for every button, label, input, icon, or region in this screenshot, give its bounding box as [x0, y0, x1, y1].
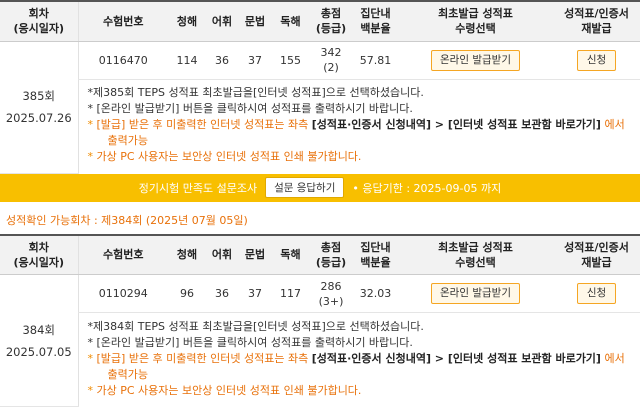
grade-value: (2) — [323, 61, 339, 74]
reissue-cell: 신청 — [553, 41, 640, 80]
header-vocab: 어휘 — [206, 233, 238, 275]
header-exam-no: 수험번호 — [77, 0, 168, 42]
vocab-score: 36 — [206, 41, 238, 80]
reissue-button[interactable]: 신청 — [576, 283, 617, 304]
issue-cell: 온라인 발급받기 — [398, 41, 553, 80]
exam-date: 2025.07.26 — [5, 111, 72, 125]
notes-cell: *제384회 TEPS 성적표 최초발급을[인터넷 성적표]으로 선택하셨습니다… — [77, 312, 640, 407]
score-table: 회차 (응시일자) 수험번호 청해 어휘 문법 독해 총점 (등급) 집단내 백… — [0, 233, 640, 407]
header-reading: 독해 — [272, 233, 309, 275]
header-grammar: 문법 — [238, 0, 272, 42]
exam-no-value: 0110294 — [77, 274, 168, 313]
online-issue-button[interactable]: 온라인 발급받기 — [431, 283, 520, 304]
grammar-score: 37 — [238, 274, 272, 313]
grade-value: (3+) — [318, 294, 344, 308]
header-grammar: 문법 — [238, 233, 272, 275]
note-1: *제384회 TEPS 성적표 최초발급을[인터넷 성적표]으로 선택하셨습니다… — [87, 319, 424, 333]
header-issue-type: 최초발급 성적표 수령선택 — [398, 0, 553, 42]
grammar-score: 37 — [238, 41, 272, 80]
survey-text: 정기시험 만족도 설문조사 — [138, 181, 258, 195]
total-score: 286 (3+) — [309, 274, 353, 313]
header-vocab: 어휘 — [206, 0, 238, 42]
header-total: 총점 (등급) — [309, 233, 353, 275]
available-round-label: 성적확인 가능회차 : 제384회 (2025년 07월 05일) — [6, 213, 248, 227]
round-cell: 385회 2025.07.26 — [0, 41, 78, 174]
exam-no-value: 0116470 — [77, 41, 168, 80]
round-number: 385회 — [22, 89, 56, 103]
round-number: 384회 — [22, 322, 56, 337]
note-3: * [발급] 받은 후 미출력한 인터넷 성적표는 좌측 [성적표·인증서 신청… — [87, 351, 625, 381]
note-2: * [온라인 발급받기] 버튼을 클릭하시여 성적표를 출력하시기 바랍니다. — [87, 335, 413, 349]
percentile-value: 32.03 — [353, 274, 398, 313]
reissue-button[interactable]: 신청 — [576, 49, 617, 71]
survey-respond-button[interactable]: 설문 응답하기 — [265, 177, 345, 198]
header-reissue: 성적표/인증서 재발급 — [553, 233, 640, 275]
note-1: *제385회 TEPS 성적표 최초발급을[인터넷 성적표]으로 선택하셨습니다… — [87, 86, 424, 100]
header-reissue: 성적표/인증서 재발급 — [553, 0, 640, 42]
score-table: 회차 (응시일자) 수험번호 청해 어휘 문법 독해 총점 (등급) 집단내 백… — [0, 0, 640, 174]
vocab-score: 36 — [206, 274, 238, 313]
header-listening: 청해 — [168, 233, 206, 275]
note-3: * [발급] 받은 후 미출력한 인터넷 성적표는 좌측 [성적표·인증서 신청… — [87, 118, 625, 148]
issue-cell: 온라인 발급받기 — [398, 274, 553, 313]
listening-score: 114 — [168, 41, 206, 80]
header-listening: 청해 — [168, 0, 206, 42]
header-total: 총점 (등급) — [309, 0, 353, 42]
header-round: 회차 (응시일자) — [0, 233, 78, 275]
header-percentile: 집단내 백분율 — [353, 0, 398, 42]
exam-date: 2025.07.05 — [5, 344, 72, 359]
survey-banner: 정기시험 만족도 설문조사 설문 응답하기 • 응답기한 : 2025-09-0… — [0, 173, 640, 202]
notes-list: *제385회 TEPS 성적표 최초발급을[인터넷 성적표]으로 선택하셨습니다… — [80, 81, 640, 171]
notes-list: *제384회 TEPS 성적표 최초발급을[인터넷 성적표]으로 선택하셨습니다… — [80, 315, 640, 405]
header-percentile: 집단내 백분율 — [353, 233, 398, 275]
total-value: 342 — [320, 46, 342, 59]
header-exam-no: 수험번호 — [77, 233, 168, 275]
reading-score: 155 — [272, 41, 309, 80]
total-score: 342 (2) — [309, 41, 353, 80]
round-cell: 384회 2025.07.05 — [0, 274, 78, 407]
survey-deadline: • 응답기한 : 2025-09-05 까지 — [352, 181, 502, 195]
table-row: 384회 2025.07.05 0110294 96 36 37 117 286… — [0, 274, 640, 407]
header-round: 회차 (응시일자) — [0, 0, 78, 42]
note-4: * 가상 PC 사용자는 보안상 인터넷 성적표 인쇄 불가합니다. — [87, 150, 362, 164]
percentile-value: 57.81 — [353, 41, 398, 80]
total-value: 286 — [320, 279, 342, 293]
score-block-385: 회차 (응시일자) 수험번호 청해 어휘 문법 독해 총점 (등급) 집단내 백… — [0, 0, 640, 202]
online-issue-button[interactable]: 온라인 발급받기 — [431, 49, 520, 71]
header-issue-type: 최초발급 성적표 수령선택 — [398, 233, 553, 275]
reading-score: 117 — [272, 274, 309, 313]
header-reading: 독해 — [272, 0, 309, 42]
notes-cell: *제385회 TEPS 성적표 최초발급을[인터넷 성적표]으로 선택하셨습니다… — [77, 79, 640, 173]
listening-score: 96 — [168, 274, 206, 313]
note-2: * [온라인 발급받기] 버튼을 클릭하시여 성적표를 출력하시기 바랍니다. — [87, 102, 413, 116]
note-4: * 가상 PC 사용자는 보안상 인터넷 성적표 인쇄 불가합니다. — [87, 383, 362, 397]
table-row: 385회 2025.07.26 0116470 114 36 37 155 34… — [0, 41, 640, 174]
reissue-cell: 신청 — [553, 274, 640, 313]
score-block-384: 회차 (응시일자) 수험번호 청해 어휘 문법 독해 총점 (등급) 집단내 백… — [0, 233, 640, 407]
